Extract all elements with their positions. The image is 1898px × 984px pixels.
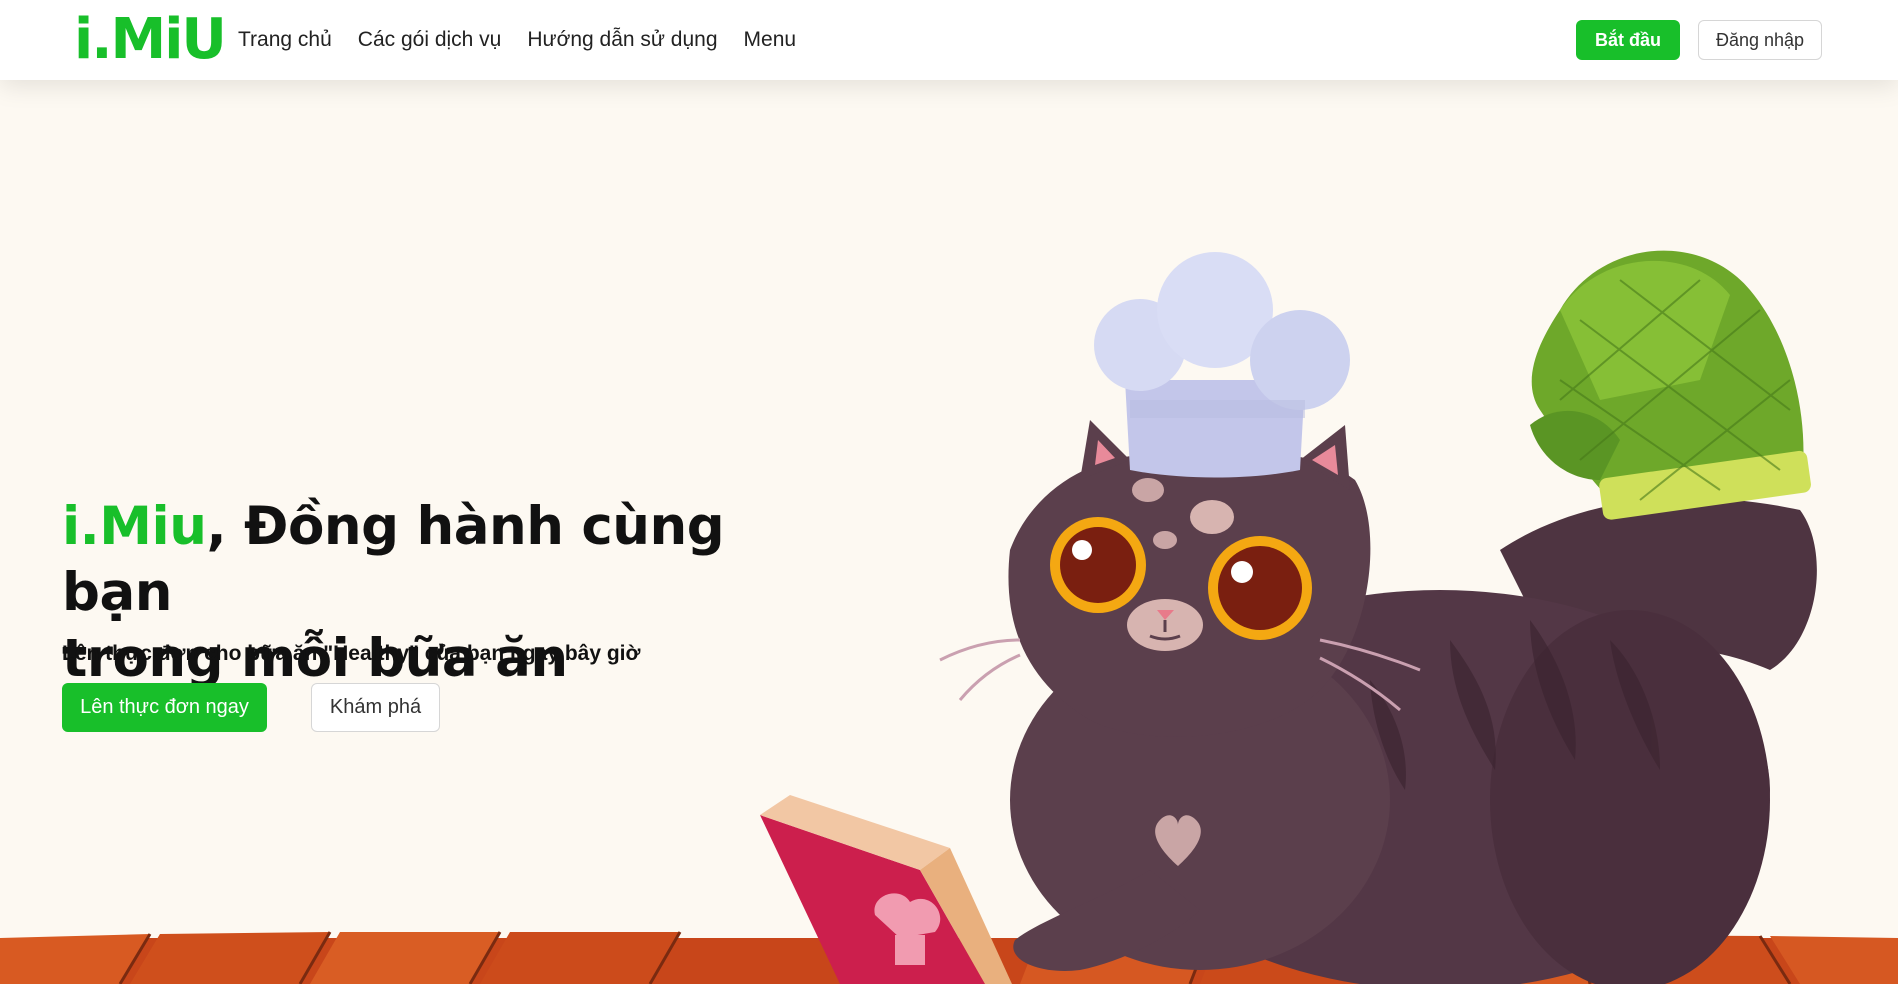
nav-link-user-guide[interactable]: Hướng dẫn sử dụng — [527, 24, 717, 56]
chef-hat-icon — [1094, 252, 1350, 478]
login-button[interactable]: Đăng nhập — [1698, 20, 1822, 60]
logo[interactable]: i.MiU — [74, 12, 227, 68]
nav-link-service-packages[interactable]: Các gói dịch vụ — [358, 24, 502, 56]
start-button[interactable]: Bắt đầu — [1576, 20, 1680, 60]
oven-mitt-icon — [1530, 250, 1811, 520]
hero-illustration — [0, 250, 1898, 984]
main-nav: Trang chủ Các gói dịch vụ Hướng dẫn sử d… — [238, 24, 796, 56]
logo-text: i.MiU — [74, 7, 227, 72]
top-navbar: i.MiU Trang chủ Các gói dịch vụ Hướng dẫ… — [0, 0, 1898, 80]
nav-link-menu[interactable]: Menu — [744, 24, 797, 56]
nav-link-home[interactable]: Trang chủ — [238, 24, 332, 56]
